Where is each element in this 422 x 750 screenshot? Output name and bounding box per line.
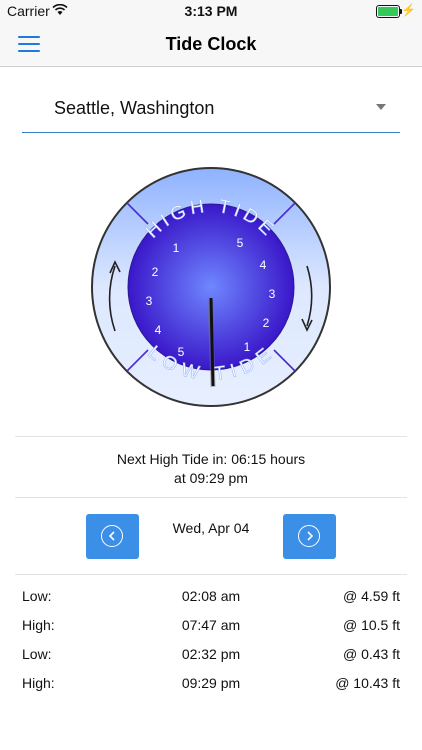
dial-number: 3 xyxy=(269,287,276,301)
next-tide-countdown: Next High Tide in: 06:15 hours xyxy=(116,451,306,467)
dropdown-arrow-icon xyxy=(376,104,386,110)
next-tide-time: at 09:29 pm xyxy=(174,470,248,486)
table-row: Low: 02:08 am @ 4.59 ft xyxy=(22,588,400,617)
dial-number: 5 xyxy=(178,345,185,359)
dial-number: 4 xyxy=(155,323,162,337)
location-value: Seattle, Washington xyxy=(54,98,215,118)
tide-height: @ 0.43 ft xyxy=(342,646,400,662)
tide-clock: HIGH TIDE LOW TIDE 1 2 3 4 5 5 4 3 2 1 xyxy=(91,167,331,407)
page-title: Tide Clock xyxy=(165,34,257,54)
tide-height: @ 10.43 ft xyxy=(335,675,400,691)
divider xyxy=(15,497,407,498)
divider xyxy=(15,574,407,575)
tide-table: Low: 02:08 am @ 4.59 ft High: 07:47 am @… xyxy=(22,588,400,704)
dial-number: 1 xyxy=(244,340,251,354)
dial-number: 3 xyxy=(146,294,153,308)
table-row: High: 07:47 am @ 10.5 ft xyxy=(22,617,400,646)
next-day-button[interactable] xyxy=(283,514,336,559)
next-tide-info: Next High Tide in: 06:15 hours at 09:29 … xyxy=(0,450,422,488)
current-date: Wed, Apr 04 xyxy=(172,520,250,536)
table-row: Low: 02:32 pm @ 0.43 ft xyxy=(22,646,400,675)
dial-number: 1 xyxy=(173,241,180,255)
status-time: 3:13 PM xyxy=(184,3,238,19)
location-select[interactable]: Seattle, Washington xyxy=(22,86,400,133)
charging-icon: ⚡ xyxy=(401,3,416,17)
status-bar: Carrier 3:13 PM ⚡ xyxy=(0,0,422,22)
dial-number: 5 xyxy=(237,236,244,250)
table-row: High: 09:29 pm @ 10.43 ft xyxy=(22,675,400,704)
navigation-bar: Tide Clock xyxy=(0,22,422,67)
clock-hand xyxy=(209,297,215,387)
battery-icon xyxy=(376,5,402,18)
divider xyxy=(15,436,407,437)
dial-number: 2 xyxy=(152,265,159,279)
tide-height: @ 4.59 ft xyxy=(342,588,400,604)
dial-number: 4 xyxy=(260,258,267,272)
tide-height: @ 10.5 ft xyxy=(342,617,400,633)
chevron-right-icon xyxy=(307,531,314,541)
dial-number: 2 xyxy=(263,316,270,330)
